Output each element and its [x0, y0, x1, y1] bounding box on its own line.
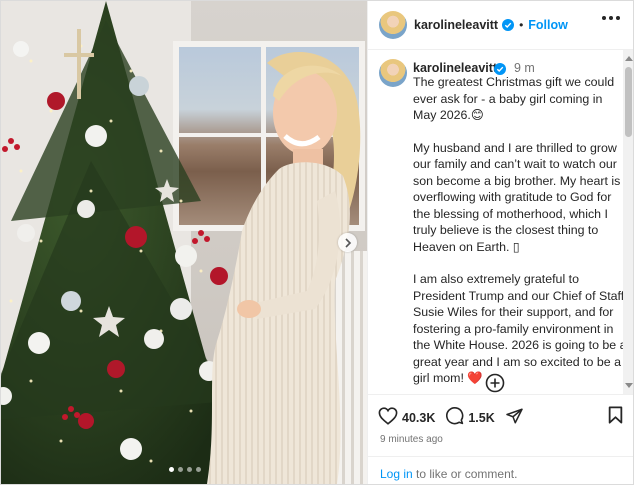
heart-icon[interactable] [378, 406, 398, 430]
woman-illustration [207, 51, 361, 484]
comments-scroll-area[interactable]: karolineleavitt 9 m The greatest Christm… [368, 50, 633, 394]
post-timestamp[interactable]: 9 minutes ago [380, 434, 443, 445]
post-actions: 40.3K 1.5K 9 minutes ago Log in to like … [368, 394, 633, 484]
carousel-indicator [169, 467, 201, 472]
carousel-dot [178, 467, 183, 472]
caption-paragraph: I am also extremely grateful to Presiden… [413, 272, 627, 385]
instagram-post-modal: karolineleavitt • Follow karolineleavitt… [0, 0, 634, 485]
post-caption: The greatest Christmas gift we could eve… [413, 74, 627, 394]
post-details-panel: karolineleavitt • Follow karolineleavitt… [367, 1, 633, 484]
username-link[interactable]: karolineleavitt [414, 18, 498, 32]
scrollbar-thumb[interactable] [625, 67, 632, 137]
likes-count[interactable]: 40.3K [402, 411, 435, 425]
separator-dot: • [519, 18, 524, 32]
bookmark-icon[interactable] [608, 406, 623, 429]
verified-badge-icon [502, 19, 515, 31]
comments-count[interactable]: 1.5K [468, 411, 494, 425]
post-time-short[interactable]: 9 m [514, 61, 535, 75]
login-link[interactable]: Log in [380, 467, 413, 481]
avatar[interactable] [379, 11, 407, 39]
scroll-up-arrow[interactable] [625, 56, 633, 61]
scrollbar[interactable] [623, 50, 633, 394]
comment-icon[interactable] [445, 406, 464, 430]
chevron-right-icon [344, 237, 351, 248]
login-prompt-text: to like or comment. [412, 467, 518, 481]
follow-button[interactable]: Follow [528, 18, 568, 32]
carousel-next-button[interactable] [338, 233, 357, 252]
caption-username-link[interactable]: karolineleavitt [413, 61, 497, 75]
caption-paragraph: The greatest Christmas gift we could eve… [413, 75, 615, 122]
carousel-dot [187, 467, 192, 472]
more-options-icon[interactable] [602, 16, 620, 20]
login-prompt: Log in to like or comment. [368, 456, 633, 484]
avatar[interactable] [379, 59, 407, 87]
caption-paragraph: My husband and I are thrilled to grow ou… [413, 140, 621, 254]
carousel-dot [196, 467, 201, 472]
post-photo[interactable] [1, 1, 367, 484]
add-comment-icon[interactable] [485, 373, 505, 394]
action-row: 40.3K 1.5K [378, 406, 524, 430]
post-header: karolineleavitt • Follow [368, 1, 633, 50]
share-icon[interactable] [505, 407, 524, 430]
carousel-dot-active [169, 467, 174, 472]
scroll-down-arrow[interactable] [625, 383, 633, 388]
